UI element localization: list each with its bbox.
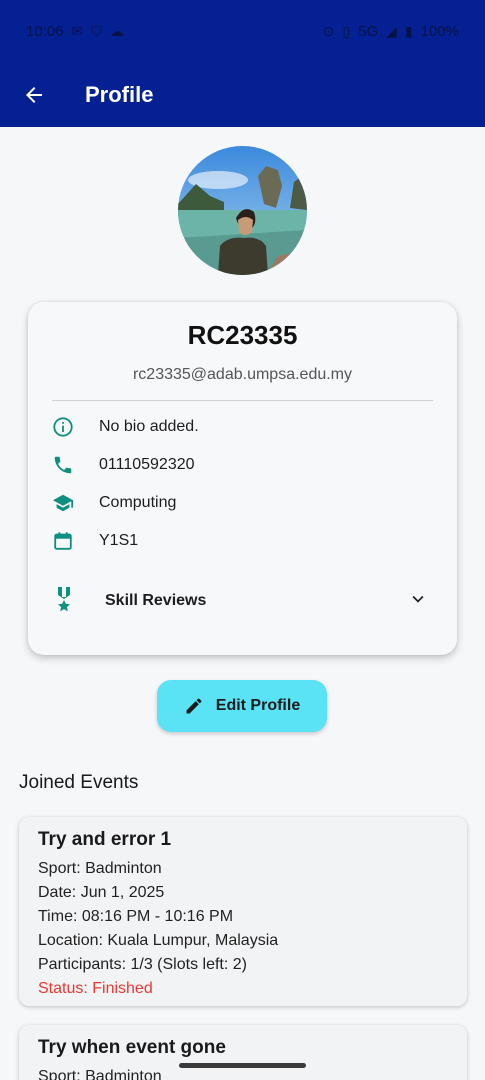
edit-profile-button[interactable]: Edit Profile [157, 680, 327, 732]
year-row: Y1S1 [52, 528, 138, 554]
status-bar: 10:06 ✉ ⛉ ☁ ⊙ ▯ 5G ◢ ▮ 100% [0, 0, 485, 62]
event-location: Location: Kuala Lumpur, Malaysia [38, 932, 279, 949]
alarm-icon: ⊙ [322, 22, 335, 39]
event-sport: Sport: Badminton [38, 860, 162, 877]
phone-icon [52, 454, 74, 476]
battery-icon: ▮ [404, 22, 413, 39]
chevron-down-icon [407, 588, 429, 615]
year-text: Y1S1 [99, 532, 139, 549]
calendar-icon [52, 530, 74, 552]
event-date: Date: Jun 1, 2025 [38, 884, 165, 901]
phone-text: 01110592320 [99, 456, 195, 473]
event-time: Time: 08:16 PM - 10:16 PM [38, 908, 234, 925]
event-participants: Participants: 1/3 (Slots left: 2) [38, 956, 247, 973]
pencil-icon [186, 698, 202, 714]
event-title: Try and error 1 [38, 829, 172, 850]
profile-card: RC23335 rc23335@adab.umpsa.edu.my No bio… [28, 302, 457, 655]
event-card[interactable]: Try when event gone Sport: Badminton [19, 1025, 467, 1080]
phone-row: 01110592320 [52, 452, 195, 478]
username: RC23335 [187, 320, 298, 350]
event-status: Status: Finished [38, 980, 153, 997]
app-bar: Profile [0, 62, 485, 127]
skill-reviews-toggle[interactable]: Skill Reviews [52, 586, 433, 616]
battery-level: 100% [420, 22, 459, 40]
event-card[interactable]: Try and error 1 Sport: Badminton Date: J… [19, 817, 467, 1006]
skill-reviews-label: Skill Reviews [105, 592, 207, 609]
graduation-cap-icon [52, 492, 74, 514]
bio-row: No bio added. [52, 414, 199, 440]
arrow-left-icon [26, 86, 42, 103]
status-time: 10:06 [26, 22, 64, 40]
signal-icon: ◢ [386, 22, 397, 39]
message-icon: ✉ [71, 22, 84, 39]
shield-icon: ⛉ [91, 22, 102, 39]
event-title: Try when event gone [38, 1037, 226, 1058]
page-title: Profile [85, 81, 154, 107]
divider [52, 400, 433, 401]
medal-icon [52, 586, 76, 617]
faculty-row: Computing [52, 490, 176, 516]
email: rc23335@adab.umpsa.edu.my [132, 366, 353, 383]
back-button[interactable] [20, 81, 48, 109]
bio-text: No bio added. [99, 418, 199, 435]
faculty-text: Computing [99, 494, 177, 511]
home-indicator[interactable] [179, 1063, 306, 1068]
network-type: 5G [358, 22, 379, 40]
vibrate-icon: ▯ [342, 22, 351, 39]
edit-profile-label: Edit Profile [215, 697, 301, 714]
cloud-icon: ☁ [109, 22, 124, 39]
info-icon [52, 416, 74, 438]
avatar [178, 146, 307, 275]
joined-events-title: Joined Events [19, 772, 139, 793]
